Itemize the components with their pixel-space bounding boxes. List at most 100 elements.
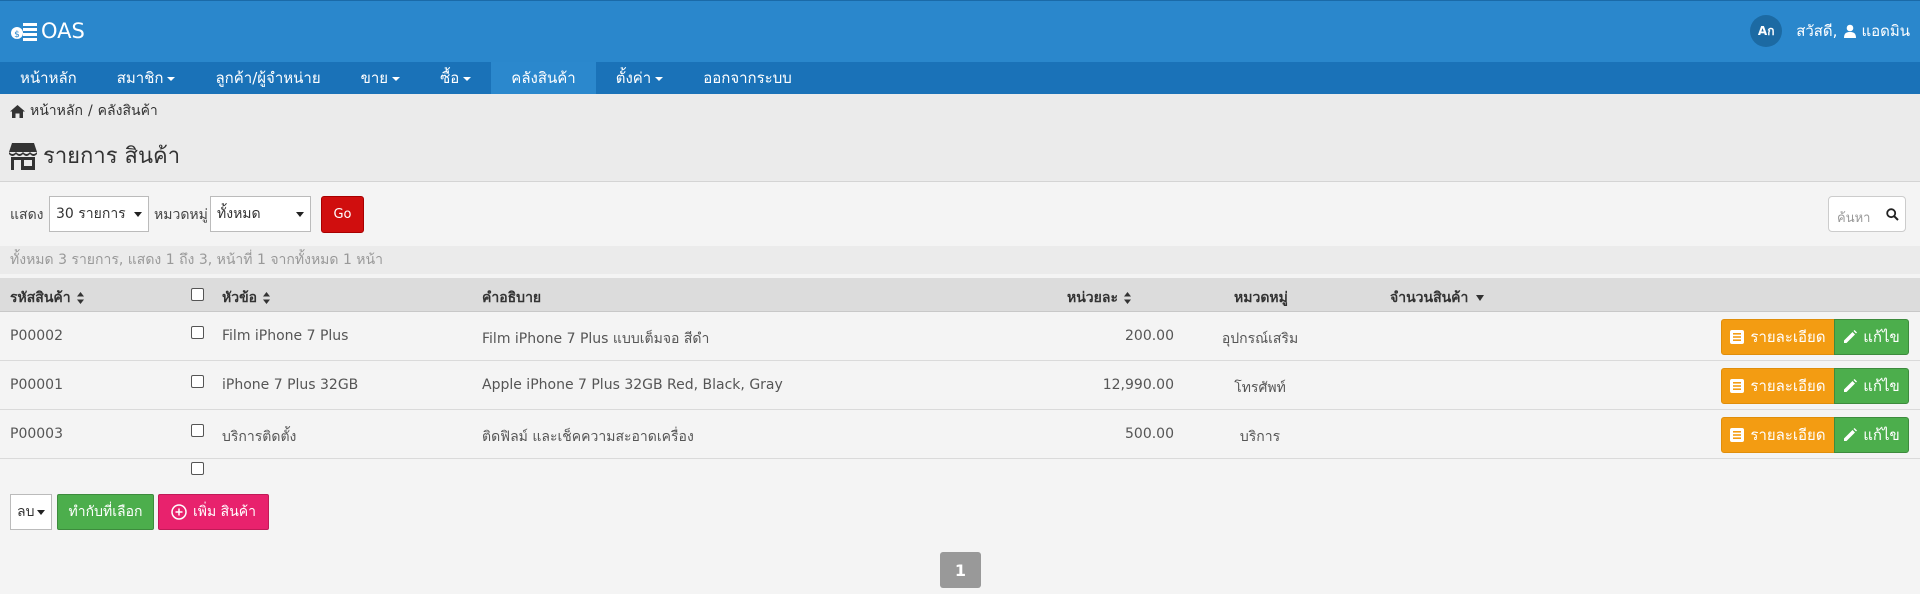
detail-button[interactable]: รายละเอียด (1721, 319, 1835, 355)
header-unit-price-label: หน่วยละ (1067, 290, 1118, 306)
header-description-label: คำอธิบาย (482, 290, 542, 306)
footer-checkbox[interactable] (191, 462, 204, 475)
username[interactable]: แอดมิน (1861, 19, 1910, 43)
page-title-text: รายการ สินค้า (43, 144, 181, 169)
category-label: หมวดหมู่ (154, 207, 208, 223)
nav-item-label: ออกจากระบบ (703, 69, 792, 87)
go-button[interactable]: Go (321, 196, 364, 233)
nav-item-purchase[interactable]: ซื้อ (420, 62, 491, 94)
nav-item-label: ตั้งค่า (615, 69, 652, 87)
add-product-label: เพิ่ม สินค้า (192, 504, 257, 520)
cell-code: P00003 (10, 426, 63, 442)
nav-item-label: ลูกค้า/ผู้จำหน่าย (215, 69, 321, 87)
header-quantity[interactable]: จำนวนสินค้า (1390, 287, 1485, 309)
brand[interactable]: $ OAS (10, 19, 85, 43)
nav-item-logout[interactable]: ออกจากระบบ (683, 62, 812, 94)
nav-item-label: คลังสินค้า (511, 69, 576, 87)
edit-button[interactable]: แก้ไข (1834, 417, 1909, 453)
nav-item-sales[interactable]: ขาย (341, 62, 420, 94)
page-header: หน้าหลัก / คลังสินค้า รายการ สินค้า (0, 94, 1920, 182)
pencil-icon (1844, 379, 1858, 392)
edit-button[interactable]: แก้ไข (1834, 319, 1909, 355)
detail-button-label: รายละเอียด (1750, 426, 1826, 444)
page-size-select[interactable]: 30 รายการ (49, 196, 149, 232)
apply-selected-button[interactable]: ทำกับที่เลือก (57, 494, 154, 530)
nav-item-members[interactable]: สมาชิก (97, 62, 196, 94)
cell-unit-price: 500.00 (1125, 426, 1174, 442)
list-icon (1730, 330, 1745, 344)
nav-item-label: หน้าหลัก (20, 69, 77, 87)
store-icon (9, 142, 37, 170)
plus-circle-icon (171, 504, 187, 520)
result-summary: ทั้งหมด 3 รายการ, แสดง 1 ถึง 3, หน้าที่ … (0, 246, 1920, 274)
row-checkbox[interactable] (191, 326, 204, 339)
header-title-label: หัวข้อ (222, 290, 258, 306)
table-row: P00001 iPhone 7 Plus 32GB Apple iPhone 7… (0, 361, 1920, 410)
sort-icon (1123, 292, 1131, 304)
filter-bar: แสดง 30 รายการ หมวดหมู่ ทั้งหมด Go ค้นหา (0, 182, 1920, 246)
money-icon: $ (11, 23, 37, 41)
sort-down-icon (1476, 295, 1485, 301)
cell-description: Apple iPhone 7 Plus 32GB Red, Black, Gra… (482, 377, 783, 393)
sort-icon (263, 292, 271, 304)
nav-item-customers[interactable]: ลูกค้า/ผู้จำหน่าย (195, 62, 340, 94)
caret-down-icon (392, 76, 401, 81)
detail-button[interactable]: รายละเอียด (1721, 417, 1835, 453)
table-row: P00002 Film iPhone 7 Plus Film iPhone 7 … (0, 312, 1920, 361)
edit-button[interactable]: แก้ไข (1834, 368, 1909, 404)
header-category-label: หมวดหมู่ (1234, 290, 1288, 306)
main-nav: หน้าหลัก สมาชิก ลูกค้า/ผู้จำหน่าย ขาย ซื… (0, 62, 1920, 94)
cell-code: P00002 (10, 328, 63, 344)
table-row: P00003 บริการติดตั้ง ติดฟิลม์ และเช็คควา… (0, 410, 1920, 459)
select-all-checkbox[interactable] (191, 288, 204, 301)
nav-item-settings[interactable]: ตั้งค่า (596, 62, 684, 94)
edit-button-label: แก้ไข (1863, 377, 1900, 395)
category-select[interactable]: ทั้งหมด (210, 196, 311, 232)
row-checkbox[interactable] (191, 424, 204, 437)
header-unit-price[interactable]: หน่วยละ (1067, 287, 1131, 309)
language-button[interactable]: Aก (1750, 15, 1783, 47)
edit-button-label: แก้ไข (1863, 426, 1900, 444)
detail-button-label: รายละเอียด (1750, 328, 1826, 346)
add-product-button[interactable]: เพิ่ม สินค้า (158, 494, 269, 530)
search-input[interactable]: ค้นหา (1828, 196, 1906, 232)
cell-description: Film iPhone 7 Plus แบบเต็มจอ สีดำ (482, 331, 710, 347)
header-code-label: รหัสสินค้า (10, 290, 71, 306)
nav-item-label: ขาย (360, 69, 389, 87)
search-icon[interactable] (1886, 208, 1899, 221)
list-icon (1730, 428, 1745, 442)
cell-category: อุปกรณ์เสริม (1221, 331, 1299, 347)
user-area: Aก สวัสดี, แอดมิน (1750, 15, 1910, 47)
row-checkbox[interactable] (191, 375, 204, 388)
cell-code: P00001 (10, 377, 63, 393)
breadcrumb-home[interactable]: หน้าหลัก (30, 100, 83, 122)
page-title: รายการ สินค้า (8, 138, 180, 173)
nav-item-label: ซื้อ (440, 69, 460, 87)
sort-icon (76, 292, 84, 304)
nav-item-home[interactable]: หน้าหลัก (0, 62, 97, 94)
show-label: แสดง (10, 207, 44, 223)
nav-item-inventory[interactable]: คลังสินค้า (491, 62, 596, 94)
detail-button-label: รายละเอียด (1750, 377, 1826, 395)
caret-down-icon (463, 76, 472, 81)
cell-title: iPhone 7 Plus 32GB (222, 377, 359, 393)
detail-button[interactable]: รายละเอียด (1721, 368, 1835, 404)
greeting: สวัสดี, (1796, 22, 1838, 40)
header-description: คำอธิบาย (482, 287, 541, 309)
cell-category: บริการ (1239, 429, 1281, 445)
select-arrow-icon (37, 510, 45, 515)
top-bar: $ OAS Aก สวัสดี, แอดมิน (0, 0, 1920, 62)
cell-unit-price: 12,990.00 (1102, 377, 1174, 393)
page-button-current[interactable]: 1 (940, 552, 981, 588)
edit-button-label: แก้ไข (1863, 328, 1900, 346)
pencil-icon (1844, 428, 1858, 441)
cell-description: ติดฟิลม์ และเช็คความสะอาดเครื่อง (482, 429, 694, 445)
list-icon (1730, 379, 1745, 393)
bulk-action-select[interactable]: ลบ (10, 494, 52, 530)
header-title[interactable]: หัวข้อ (222, 287, 271, 309)
category-value: ทั้งหมด (217, 206, 261, 222)
header-code[interactable]: รหัสสินค้า (10, 287, 84, 309)
brand-name: OAS (41, 19, 85, 43)
user-icon (1844, 24, 1857, 38)
caret-down-icon (167, 76, 176, 81)
